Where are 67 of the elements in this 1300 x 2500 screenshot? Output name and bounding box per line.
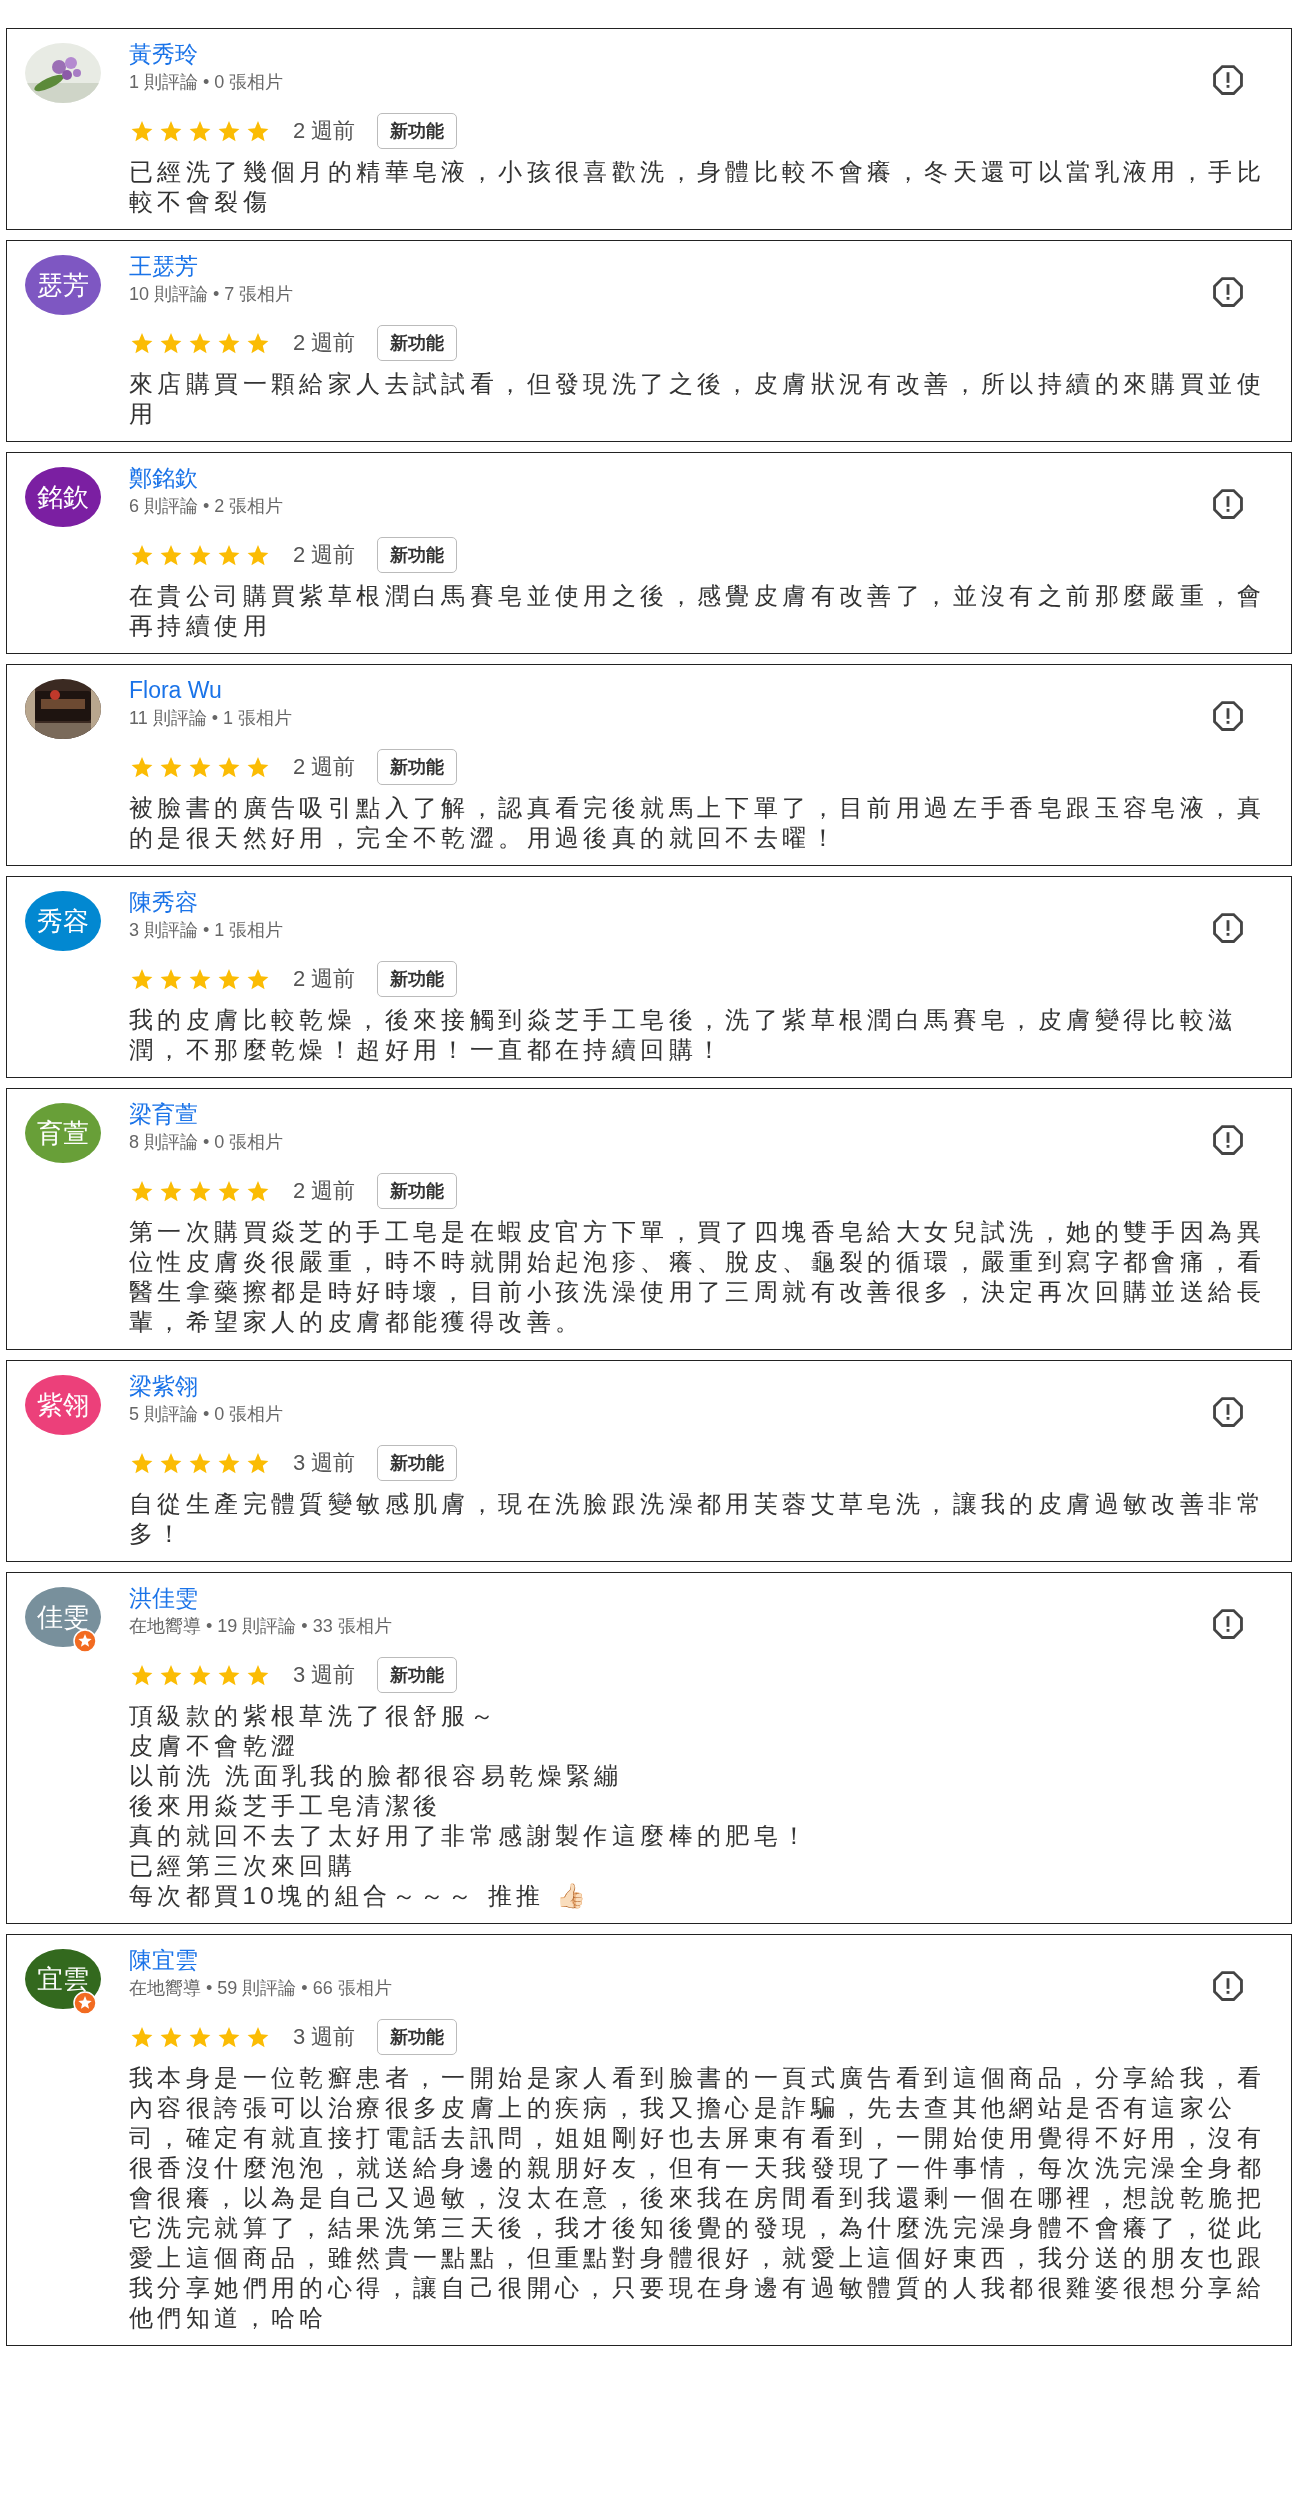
reviewer-name[interactable]: 陳宜雲: [129, 1945, 198, 1975]
review-text: 真的就回不去了太好用了非常感謝製作這麼棒的肥皂！: [129, 1821, 812, 1851]
review-time: 3 週前: [293, 1661, 356, 1689]
report-icon[interactable]: [1211, 1395, 1245, 1429]
new-feature-badge: 新功能: [377, 749, 458, 785]
review-time: 2 週前: [293, 117, 356, 145]
review-text: 後來用焱芝手工皂清潔後: [129, 1791, 443, 1821]
reviewer-name[interactable]: 梁育萱: [129, 1099, 198, 1129]
reviewer-name[interactable]: 梁紫翎: [129, 1371, 198, 1401]
reviewer-stats: 在地嚮導 • 59 則評論 • 66 張相片: [129, 1977, 392, 2000]
review-time: 2 週前: [293, 753, 356, 781]
reviewer-name[interactable]: 陳秀容: [129, 887, 198, 917]
new-feature-badge: 新功能: [377, 537, 458, 573]
review-text: 我本身是一位乾癬患者，一開始是家人看到臉書的一頁式廣告看到這個商品，分享給我，看內容很誇張可以治療很多皮膚上的疾病，我又擔心是詐騙，先去查其他網站是否有這家公司，確定有就直接打電話去訊問，姐姐剛好也去屏東有看到，一開始使用覺得不好用，沒有很香沒什麼泡泡，就送給身邊的親朋好友，但有一天我發現了一件事情，每次洗完澡全身都會很癢，以為是自己又過敏，沒太在意，後來我在房間看到我還剩一個在哪裡，想說乾脆把它洗完就算了，結果洗第三天後，我才後知後覺的發現，為什麼洗完澡身體不會癢了，從此愛上這個商品，雖然貴一點點，但重點對身體很好，就愛上這個好東西，我分送的朋友也跟我分享她們用的心得，讓自己很開心，只要現在身邊有過敏體質的人我都很雞婆很想分享給他們知道，哈哈: [129, 2063, 1266, 2333]
reviewer-stats: 8 則評論 • 0 張相片: [129, 1131, 284, 1154]
review-time: 3 週前: [293, 2023, 356, 2051]
review-text: 以前洗 洗面乳我的臉都很容易乾燥緊繃: [129, 1761, 624, 1791]
avatar[interactable]: 銘欽: [25, 467, 101, 527]
report-icon[interactable]: [1211, 1607, 1245, 1641]
avatar[interactable]: 瑟芳: [25, 255, 101, 315]
reviewer-stats: 3 則評論 • 1 張相片: [129, 919, 284, 942]
reviewer-name[interactable]: Flora Wu: [129, 675, 222, 705]
reviewer-stats: 1 則評論 • 0 張相片: [129, 71, 284, 94]
review-text: 已經第三次來回購: [129, 1851, 358, 1881]
new-feature-badge: 新功能: [377, 325, 458, 361]
report-icon[interactable]: [1211, 699, 1245, 733]
new-feature-badge: 新功能: [377, 1173, 458, 1209]
review-text: 自從生產完體質變敏感肌膚，現在洗臉跟洗澡都用芙蓉艾草皂洗，讓我的皮膚過敏改善非常多！: [129, 1489, 1266, 1549]
new-feature-badge: 新功能: [377, 113, 458, 149]
review-time: 2 週前: [293, 965, 356, 993]
avatar[interactable]: 秀容: [25, 891, 101, 951]
report-icon[interactable]: [1211, 487, 1245, 521]
avatar[interactable]: 紫翎: [25, 1375, 101, 1435]
new-feature-badge: 新功能: [377, 2019, 458, 2055]
new-feature-badge: 新功能: [377, 1445, 458, 1481]
review-time: 2 週前: [293, 1177, 356, 1205]
report-icon[interactable]: [1211, 1969, 1245, 2003]
report-icon[interactable]: [1211, 1123, 1245, 1157]
reviewer-name[interactable]: 王瑟芳: [129, 251, 198, 281]
avatar[interactable]: 佳雯: [25, 1587, 101, 1647]
review-text: 來店購買一顆給家人去試試看，但發現洗了之後，皮膚狀況有改善，所以持續的來購買並使用: [129, 369, 1266, 429]
review-time: 2 週前: [293, 541, 356, 569]
review-text: 被臉書的廣告吸引點入了解，認真看完後就馬上下單了，目前用過左手香皂跟玉容皂液，真的是很天然好用，完全不乾澀。用過後真的就回不去曜！: [129, 793, 1266, 853]
reviewer-name[interactable]: 黃秀玲: [129, 39, 198, 69]
report-icon[interactable]: [1211, 63, 1245, 97]
reviewer-name[interactable]: 洪佳雯: [129, 1583, 198, 1613]
reviewer-stats: 6 則評論 • 2 張相片: [129, 495, 284, 518]
review-time: 3 週前: [293, 1449, 356, 1477]
review-text: 在貴公司購買紫草根潤白馬賽皂並使用之後，感覺皮膚有改善了，並沒有之前那麼嚴重，會再持續使用: [129, 581, 1266, 641]
reviewer-stats: 11 則評論 • 1 張相片: [129, 707, 292, 730]
report-icon[interactable]: [1211, 275, 1245, 309]
new-feature-badge: 新功能: [377, 1657, 458, 1693]
new-feature-badge: 新功能: [377, 961, 458, 997]
review-text: 已經洗了幾個月的精華皂液，小孩很喜歡洗，身體比較不會癢，冬天還可以當乳液用，手比較不會裂傷: [129, 157, 1266, 217]
review-text: 皮膚不會乾澀: [129, 1731, 301, 1761]
report-icon[interactable]: [1211, 911, 1245, 945]
reviewer-stats: 10 則評論 • 7 張相片: [129, 283, 294, 306]
reviewer-name[interactable]: 鄭銘欽: [129, 463, 198, 493]
review-text: 每次都買10塊的組合～～～ 推推 👍🏻: [129, 1881, 592, 1911]
reviewer-stats: 5 則評論 • 0 張相片: [129, 1403, 284, 1426]
avatar[interactable]: 宜雲: [25, 1949, 101, 2009]
review-time: 2 週前: [293, 329, 356, 357]
reviewer-stats: 在地嚮導 • 19 則評論 • 33 張相片: [129, 1615, 392, 1638]
review-text: 第一次購買焱芝的手工皂是在蝦皮官方下單，買了四塊香皂給大女兒試洗，她的雙手因為異位性皮膚炎很嚴重，時不時就開始起泡疹、癢、脫皮、龜裂的循環，嚴重到寫字都會痛，看醫生拿藥擦都是時好時壞，目前小孩洗澡使用了三周就有改善很多，決定再次回購並送給長輩，希望家人的皮膚都能獲得改善。: [129, 1217, 1266, 1337]
review-text: 我的皮膚比較乾燥，後來接觸到焱芝手工皂後，洗了紫草根潤白馬賽皂，皮膚變得比較滋潤，不那麼乾燥！超好用！一直都在持續回購！: [129, 1005, 1238, 1065]
avatar[interactable]: 育萱: [25, 1103, 101, 1163]
review-text: 頂級款的紫根草洗了很舒服～: [129, 1701, 500, 1731]
